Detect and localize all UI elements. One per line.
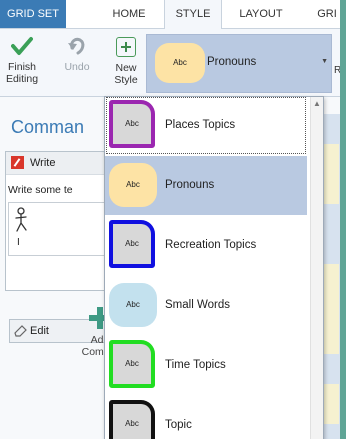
pencil-icon — [11, 156, 24, 169]
tab-home[interactable]: HOME — [104, 0, 154, 28]
style-option[interactable]: Abc Topic — [105, 396, 307, 439]
selected-style-name: Pronouns — [207, 56, 257, 68]
new-label-line2: Style — [114, 74, 138, 86]
style-preview-chip: Abc — [109, 400, 155, 439]
tab-layout[interactable]: LAYOUT — [232, 0, 290, 28]
ribbon-toolbar: Finish Editing Undo New Style Abc Pronou… — [0, 29, 340, 97]
style-option-name: Pronouns — [165, 179, 215, 191]
ribbon-trailing-label: R — [334, 65, 340, 76]
command-symbol-box: I — [8, 202, 114, 256]
scroll-up-arrow-icon[interactable]: ▲ — [313, 99, 321, 108]
tab-grid[interactable]: GRI — [314, 0, 340, 28]
style-preview-chip: Abc — [109, 283, 157, 327]
tab-style[interactable]: STYLE — [164, 0, 222, 29]
eraser-icon — [14, 325, 27, 337]
checkmark-icon — [11, 37, 33, 55]
style-option[interactable]: Abc Pronouns — [105, 156, 307, 215]
style-option[interactable]: Abc Places Topics — [105, 97, 307, 155]
add-style-icon — [116, 37, 136, 57]
command-card-write[interactable]: Write Write some te I Edit — [5, 151, 117, 343]
selected-style-preview: Abc — [155, 43, 205, 83]
symbol-label: I — [17, 237, 20, 248]
style-option-name: Small Words — [165, 299, 230, 311]
pane-title: Comman — [11, 117, 85, 137]
style-dropdown-list[interactable]: Abc Places Topics Abc Pronouns Abc Recreation… — [104, 96, 324, 439]
person-symbol-icon — [15, 207, 27, 232]
style-option-name: Time Topics — [165, 359, 226, 371]
style-option-name: Topic — [165, 419, 192, 431]
new-style-button[interactable]: New Style — [110, 35, 142, 86]
style-select[interactable]: Abc Pronouns ▼ — [146, 34, 332, 93]
tab-grid-set[interactable]: GRID SET — [0, 0, 66, 28]
undo-label: Undo — [64, 61, 90, 73]
dropdown-scrollbar[interactable]: ▲ — [310, 97, 323, 439]
edit-label: Edit — [30, 325, 49, 337]
undo-button[interactable]: Undo — [62, 35, 92, 73]
style-preview-chip: Abc — [109, 340, 155, 388]
command-card-header: Write — [6, 152, 116, 175]
ribbon-tabs: GRID SET HOME STYLE LAYOUT GRI — [0, 0, 340, 29]
style-options: Abc Places Topics Abc Pronouns Abc Recreation… — [105, 97, 309, 439]
command-title: Write — [30, 157, 56, 169]
style-option-name: Places Topics — [165, 119, 236, 131]
style-preview-chip: Abc — [109, 100, 155, 148]
style-preview-chip: Abc — [109, 163, 157, 207]
style-preview-chip: Abc — [109, 220, 155, 268]
finish-editing-button[interactable]: Finish Editing — [4, 35, 40, 85]
undo-icon — [68, 37, 85, 55]
new-label-line1: New — [115, 62, 137, 74]
style-option[interactable]: Abc Recreation Topics — [105, 216, 307, 275]
style-option[interactable]: Abc Time Topics — [105, 336, 307, 395]
style-option-name: Recreation Topics — [165, 239, 257, 251]
dropdown-arrow-icon: ▼ — [321, 58, 328, 65]
finish-label-line2: Editing — [5, 73, 39, 85]
finish-label-line1: Finish — [7, 61, 36, 73]
command-description: Write some te — [8, 184, 73, 196]
app-window: GRID SET HOME STYLE LAYOUT GRI Finish Ed… — [0, 0, 340, 439]
style-option[interactable]: Abc Small Words — [105, 276, 307, 335]
